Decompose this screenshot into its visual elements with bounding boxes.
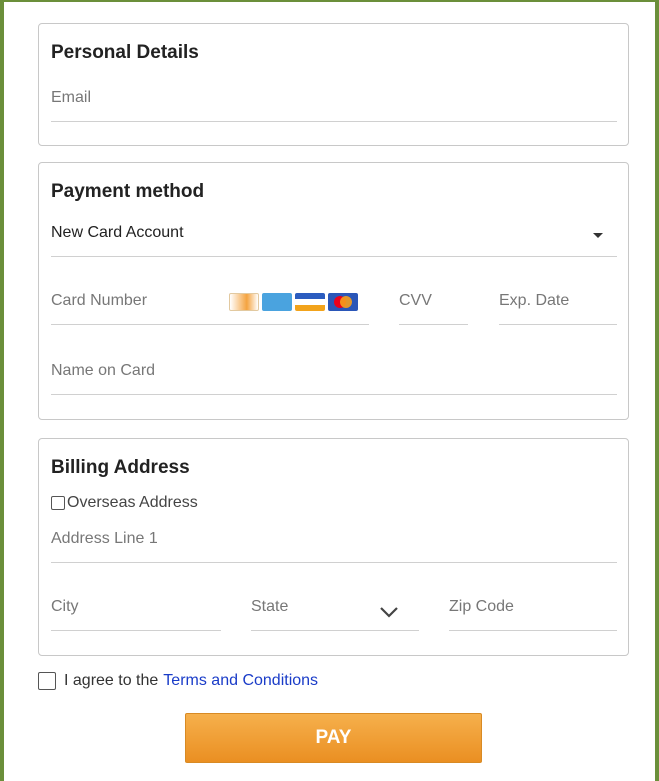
personal-details-section: Personal Details Email: [38, 23, 629, 146]
billing-address-title: Billing Address: [51, 457, 190, 478]
caret-down-icon: [593, 233, 603, 238]
name-on-card-field[interactable]: Name on Card: [51, 353, 617, 395]
overseas-address-checkbox[interactable]: [51, 496, 65, 510]
amex-logo-icon: [262, 293, 292, 311]
pay-button[interactable]: PAY: [185, 713, 482, 763]
zip-code-placeholder: Zip Code: [449, 598, 514, 615]
overseas-address-label: Overseas Address: [67, 494, 198, 511]
card-number-placeholder: Card Number: [51, 292, 148, 309]
zip-code-field[interactable]: Zip Code: [449, 589, 617, 631]
cvv-placeholder: CVV: [399, 292, 432, 309]
overseas-address-option[interactable]: Overseas Address: [51, 494, 198, 512]
city-placeholder: City: [51, 598, 79, 615]
payment-method-title: Payment method: [51, 181, 205, 202]
address-line1-placeholder: Address Line 1: [51, 530, 158, 547]
chevron-down-icon: [380, 607, 398, 618]
state-select[interactable]: State: [251, 589, 419, 631]
exp-date-placeholder: Exp. Date: [499, 292, 570, 309]
terms-checkbox[interactable]: [38, 672, 56, 690]
email-field[interactable]: Email: [51, 86, 617, 122]
payment-method-value: New Card Account: [51, 224, 184, 241]
payment-method-section: Payment method New Card Account Card Num…: [38, 162, 629, 420]
billing-address-section: Billing Address Overseas Address Address…: [38, 438, 629, 656]
visa-logo-icon: [295, 293, 325, 311]
card-logos: [229, 293, 358, 311]
cvv-field[interactable]: CVV: [399, 281, 468, 325]
terms-agreement: I agree to the Terms and Conditions: [38, 672, 318, 690]
terms-prefix: I agree to the: [64, 672, 159, 689]
exp-date-field[interactable]: Exp. Date: [499, 281, 617, 325]
email-placeholder: Email: [51, 89, 92, 106]
discover-logo-icon: [229, 293, 259, 311]
state-placeholder: State: [251, 598, 289, 615]
personal-details-title: Personal Details: [51, 42, 199, 63]
payment-method-select[interactable]: New Card Account: [51, 215, 617, 257]
address-line1-field[interactable]: Address Line 1: [51, 523, 617, 563]
mastercard-logo-icon: [328, 293, 358, 311]
city-field[interactable]: City: [51, 589, 221, 631]
name-on-card-placeholder: Name on Card: [51, 362, 156, 379]
terms-link[interactable]: Terms and Conditions: [163, 672, 318, 690]
